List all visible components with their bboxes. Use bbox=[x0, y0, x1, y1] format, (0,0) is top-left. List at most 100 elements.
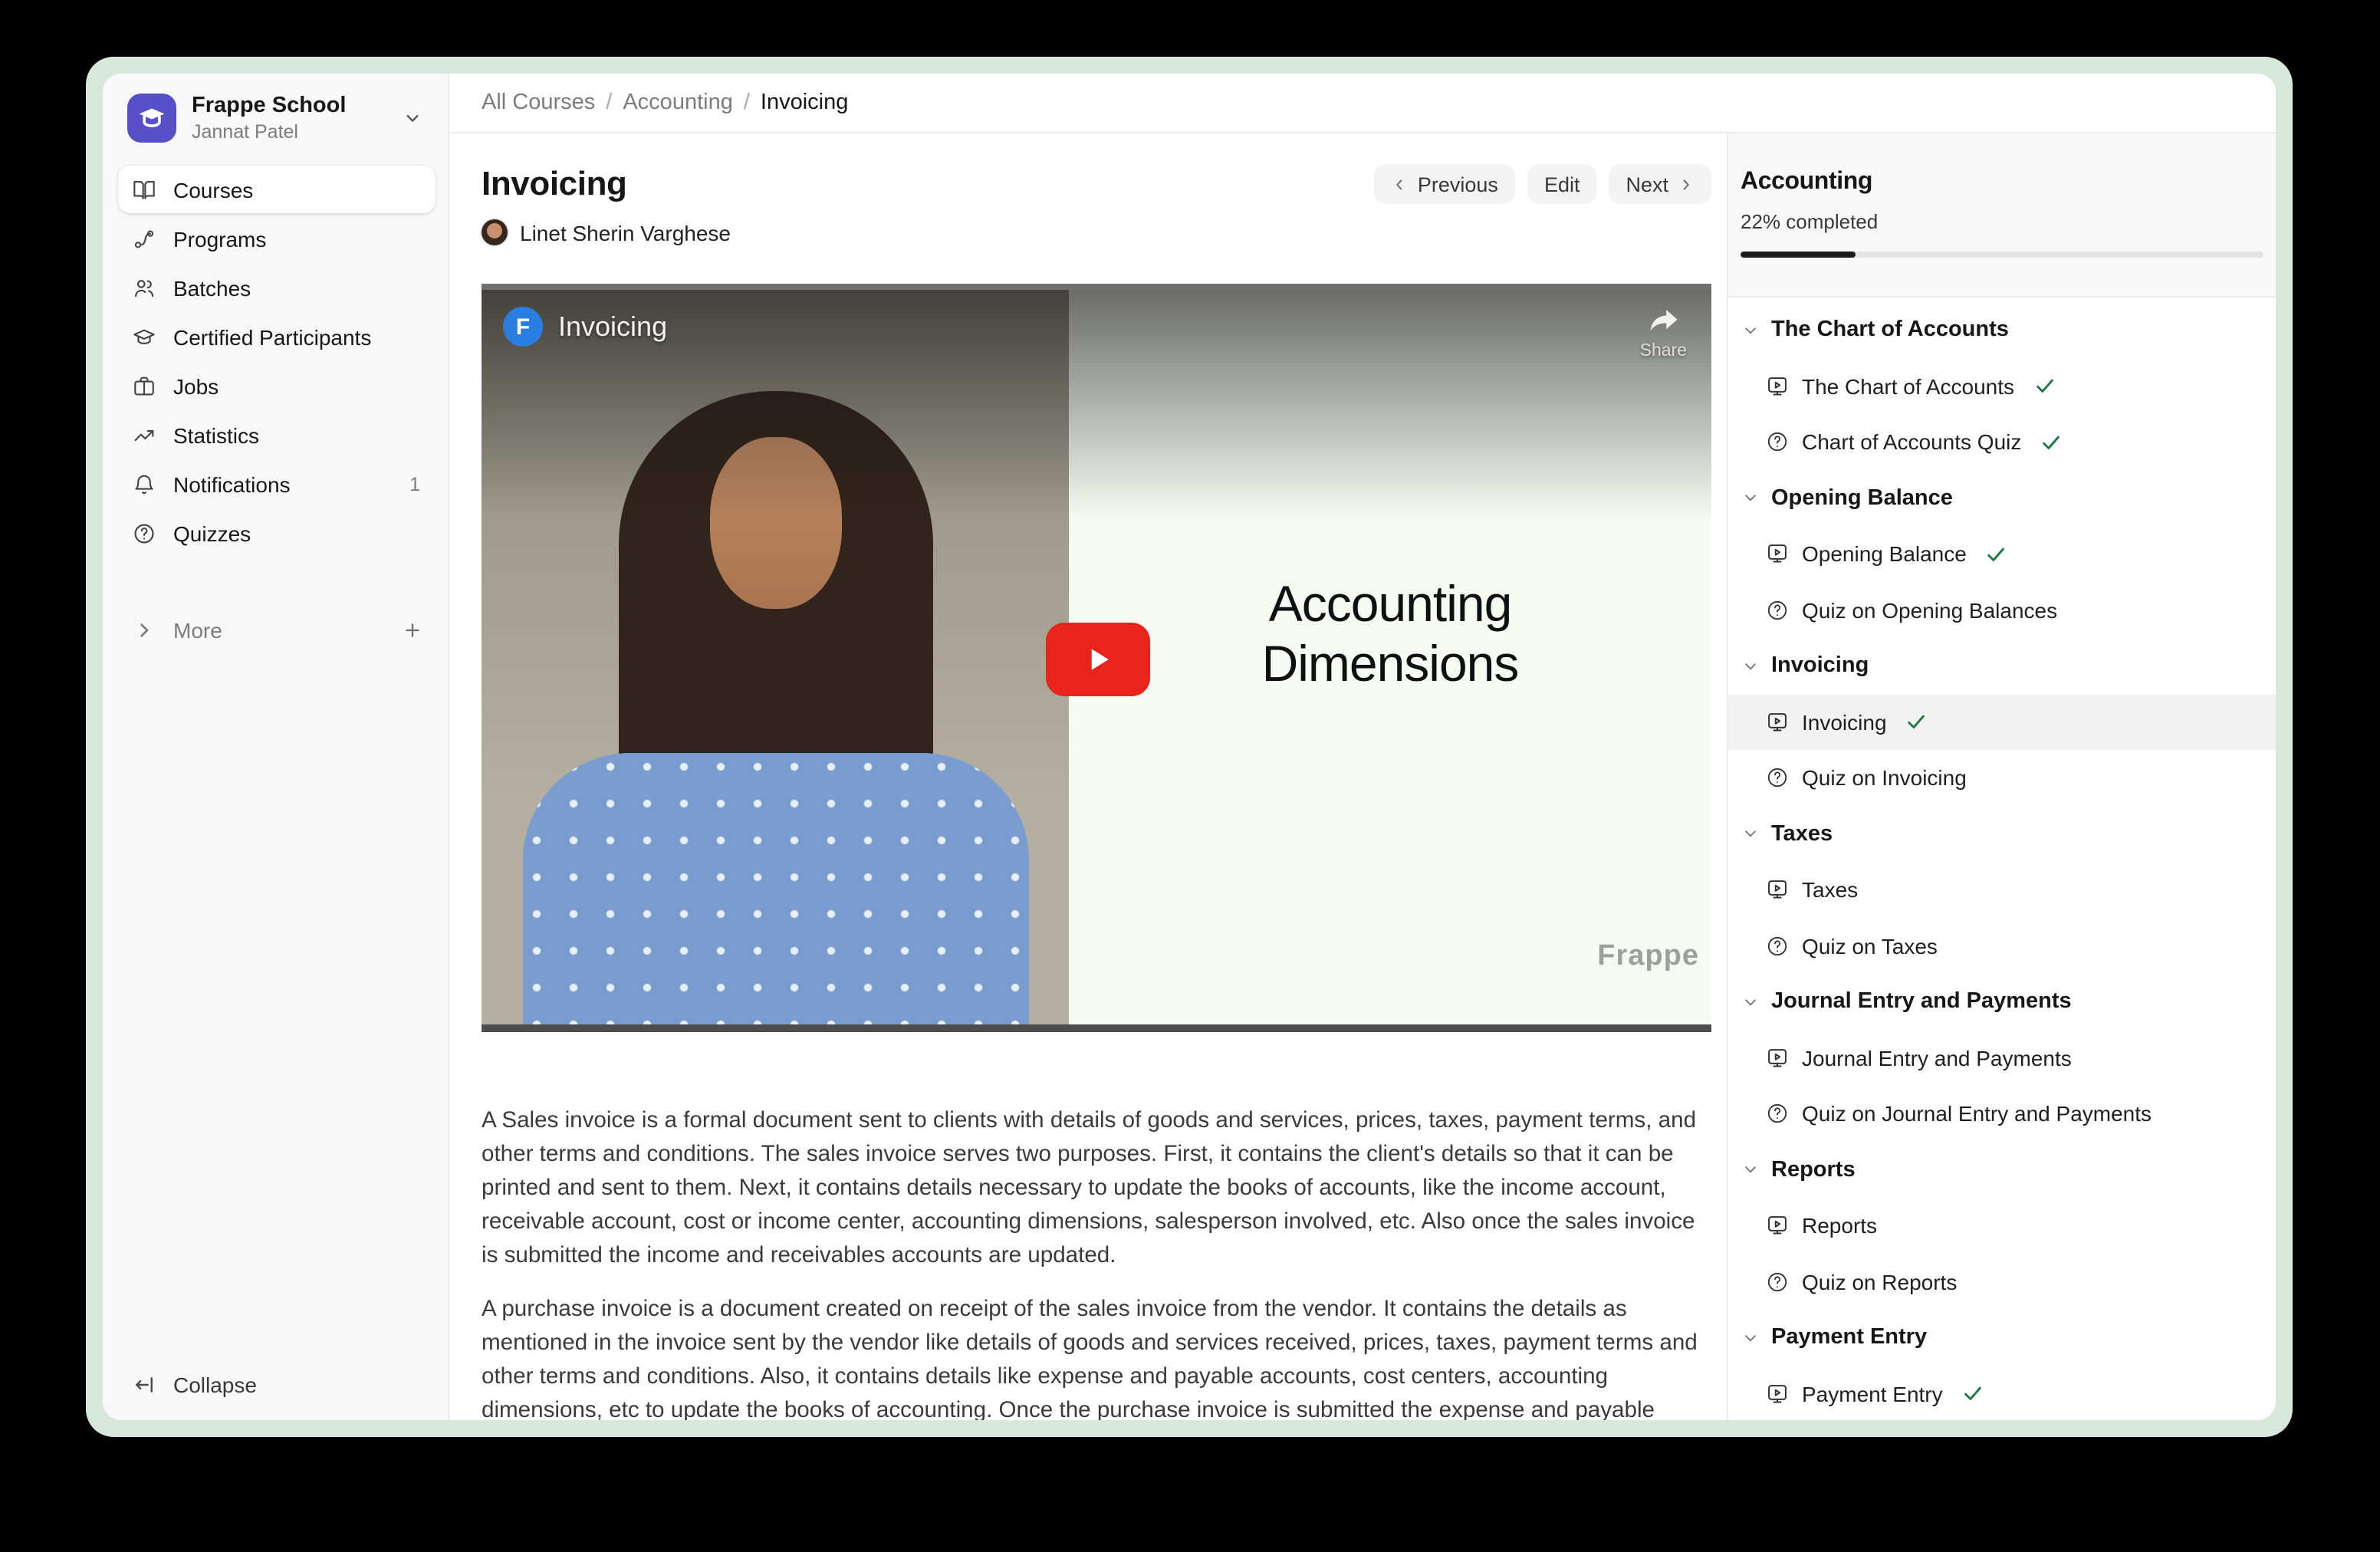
lesson-title: Quiz on Reports bbox=[1802, 1270, 1957, 1294]
chapter-title: Reports bbox=[1771, 1158, 1856, 1182]
window-frame: Frappe School Jannat Patel Courses Progra… bbox=[86, 57, 2293, 1437]
lesson-header: Invoicing Previous Edit Nex bbox=[482, 164, 1711, 204]
lesson-title: Quiz on Invoicing bbox=[1802, 766, 1967, 791]
sidebar-item-jobs[interactable]: Jobs bbox=[118, 362, 436, 409]
lesson-row-opening-balance[interactable]: Opening Balance bbox=[1728, 526, 2276, 582]
course-progress-header: Accounting 22% completed bbox=[1728, 133, 2276, 298]
users-icon bbox=[132, 275, 156, 300]
chapter-title: Invoicing bbox=[1771, 654, 1869, 679]
screen: Frappe School Jannat Patel Courses Progra… bbox=[0, 0, 2380, 1552]
chapter-row-reports[interactable]: Reports bbox=[1728, 1142, 2276, 1198]
lesson-row-the-chart-of-accounts[interactable]: The Chart of Accounts bbox=[1728, 358, 2276, 414]
lesson-title: The Chart of Accounts bbox=[1802, 374, 2014, 399]
next-button[interactable]: Next bbox=[1609, 164, 1711, 204]
lesson-row-taxes[interactable]: Taxes bbox=[1728, 862, 2276, 918]
share-arrow-icon bbox=[1645, 302, 1681, 339]
chevron-down-icon bbox=[1741, 824, 1760, 844]
previous-button[interactable]: Previous bbox=[1375, 164, 1515, 204]
edit-button[interactable]: Edit bbox=[1527, 164, 1597, 204]
lesson-row-quiz-on-opening-balances[interactable]: Quiz on Opening Balances bbox=[1728, 582, 2276, 638]
lesson-row-quiz-on-invoicing[interactable]: Quiz on Invoicing bbox=[1728, 750, 2276, 806]
sidebar-item-courses[interactable]: Courses bbox=[118, 166, 436, 213]
lesson-row-journal-entry-and-payments[interactable]: Journal Entry and Payments bbox=[1728, 1030, 2276, 1086]
chevron-down-icon bbox=[1741, 488, 1760, 508]
plus-icon[interactable] bbox=[402, 619, 423, 640]
lesson-row-quiz-on-reports[interactable]: Quiz on Reports bbox=[1728, 1254, 2276, 1310]
sidebar-item-label: Notifications bbox=[173, 472, 291, 496]
monitor-play-icon bbox=[1765, 542, 1790, 567]
chapter-row-payment-entry[interactable]: Payment Entry bbox=[1728, 1310, 2276, 1366]
chevron-down-icon bbox=[1741, 656, 1760, 676]
breadcrumb-all-courses[interactable]: All Courses bbox=[482, 90, 595, 115]
monitor-play-icon bbox=[1765, 710, 1790, 735]
quiz-icon bbox=[1765, 430, 1790, 455]
presenter-photo bbox=[482, 290, 1069, 1024]
lesson-row-quiz-on-taxes[interactable]: Quiz on Taxes bbox=[1728, 918, 2276, 974]
lesson-title: Payment Entry bbox=[1802, 1382, 1943, 1406]
breadcrumb-separator: / bbox=[744, 90, 750, 115]
youtube-play-button[interactable] bbox=[1046, 623, 1150, 696]
sidebar-item-programs[interactable]: Programs bbox=[118, 215, 436, 262]
lesson-row-invoicing[interactable]: Invoicing bbox=[1728, 694, 2276, 750]
sidebar-item-label: Batches bbox=[173, 275, 251, 300]
sidebar-nav: Courses Programs Batches Certified Particip… bbox=[103, 166, 448, 557]
chapter-row-invoicing[interactable]: Invoicing bbox=[1728, 638, 2276, 694]
collapse-sidebar-button[interactable]: Collapse bbox=[118, 1365, 432, 1405]
chevron-left-icon bbox=[1392, 176, 1409, 192]
completed-check-icon bbox=[1985, 543, 2008, 566]
lesson-row-quiz-on-journal-entry-and-payments[interactable]: Quiz on Journal Entry and Payments bbox=[1728, 1086, 2276, 1142]
chevron-down-icon bbox=[1741, 1160, 1760, 1180]
video-player[interactable]: Accounting Dimensions Frappe F Invoicing bbox=[482, 284, 1711, 1032]
sidebar-item-quizzes[interactable]: Quizzes bbox=[118, 509, 436, 557]
monitor-play-icon bbox=[1765, 1382, 1790, 1406]
chevron-right-icon bbox=[1678, 176, 1695, 192]
chapter-row-the-chart-of-accounts[interactable]: The Chart of Accounts bbox=[1728, 302, 2276, 358]
completed-check-icon bbox=[1961, 1383, 1984, 1406]
breadcrumb: All Courses / Accounting / Invoicing bbox=[482, 90, 848, 115]
sidebar-item-certified-participants[interactable]: Certified Participants bbox=[118, 313, 436, 360]
sidebar-item-label: Courses bbox=[173, 177, 253, 202]
main-column: All Courses / Accounting / Invoicing Inv… bbox=[449, 74, 2276, 1420]
channel-avatar[interactable]: F bbox=[503, 307, 543, 347]
help-circle-icon bbox=[132, 521, 156, 545]
chapter-title: Opening Balance bbox=[1771, 486, 1953, 511]
sidebar-item-batches[interactable]: Batches bbox=[118, 264, 436, 311]
course-outline: The Chart of Accounts The Chart of Accoun… bbox=[1728, 298, 2276, 1420]
sidebar-item-more[interactable]: More bbox=[118, 606, 436, 653]
lesson-row-payment-entry[interactable]: Payment Entry bbox=[1728, 1366, 2276, 1420]
sidebar-item-statistics[interactable]: Statistics bbox=[118, 411, 436, 459]
workspace-switcher[interactable]: Frappe School Jannat Patel bbox=[103, 74, 448, 143]
chapter-title: The Chart of Accounts bbox=[1771, 318, 2009, 343]
school-name: Frappe School bbox=[192, 94, 346, 119]
chevron-right-icon bbox=[132, 617, 156, 642]
video-seek-bar[interactable] bbox=[482, 1024, 1711, 1032]
chevron-down-icon bbox=[1741, 992, 1760, 1012]
left-sidebar: Frappe School Jannat Patel Courses Progra… bbox=[103, 74, 449, 1420]
chapter-row-journal-entry-and-payments[interactable]: Journal Entry and Payments bbox=[1728, 974, 2276, 1030]
video-title[interactable]: Invoicing bbox=[558, 311, 667, 343]
author-row: Linet Sherin Varghese bbox=[482, 219, 1711, 245]
quiz-icon bbox=[1765, 1102, 1790, 1126]
lesson-title: Taxes bbox=[1802, 878, 1858, 903]
monitor-play-icon bbox=[1765, 1046, 1790, 1070]
chapter-row-taxes[interactable]: Taxes bbox=[1728, 806, 2276, 862]
sidebar-footer: Collapse bbox=[103, 1365, 448, 1420]
sidebar-item-label: Statistics bbox=[173, 423, 259, 447]
frappe-school-logo-icon bbox=[127, 94, 176, 143]
lesson-row-chart-of-accounts-quiz[interactable]: Chart of Accounts Quiz bbox=[1728, 414, 2276, 470]
course-outline-panel: Accounting 22% completed The Chart of Ac… bbox=[1727, 133, 2276, 1420]
chapter-row-opening-balance[interactable]: Opening Balance bbox=[1728, 470, 2276, 526]
workspace-labels: Frappe School Jannat Patel bbox=[192, 94, 346, 143]
flow-icon bbox=[132, 226, 156, 251]
lesson-row-reports[interactable]: Reports bbox=[1728, 1198, 2276, 1254]
quiz-icon bbox=[1765, 598, 1790, 623]
lesson-title: Quiz on Opening Balances bbox=[1802, 598, 2057, 623]
breadcrumb-accounting[interactable]: Accounting bbox=[623, 90, 733, 115]
sidebar-item-notifications[interactable]: Notifications1 bbox=[118, 460, 436, 508]
completed-check-icon bbox=[2033, 375, 2056, 398]
chevron-down-icon bbox=[402, 107, 423, 129]
lesson-text: A Sales invoice is a formal document sen… bbox=[482, 1104, 1711, 1420]
lesson-title: Opening Balance bbox=[1802, 542, 1967, 567]
share-button[interactable]: Share bbox=[1640, 302, 1687, 360]
chapter-title: Journal Entry and Payments bbox=[1771, 990, 2072, 1014]
